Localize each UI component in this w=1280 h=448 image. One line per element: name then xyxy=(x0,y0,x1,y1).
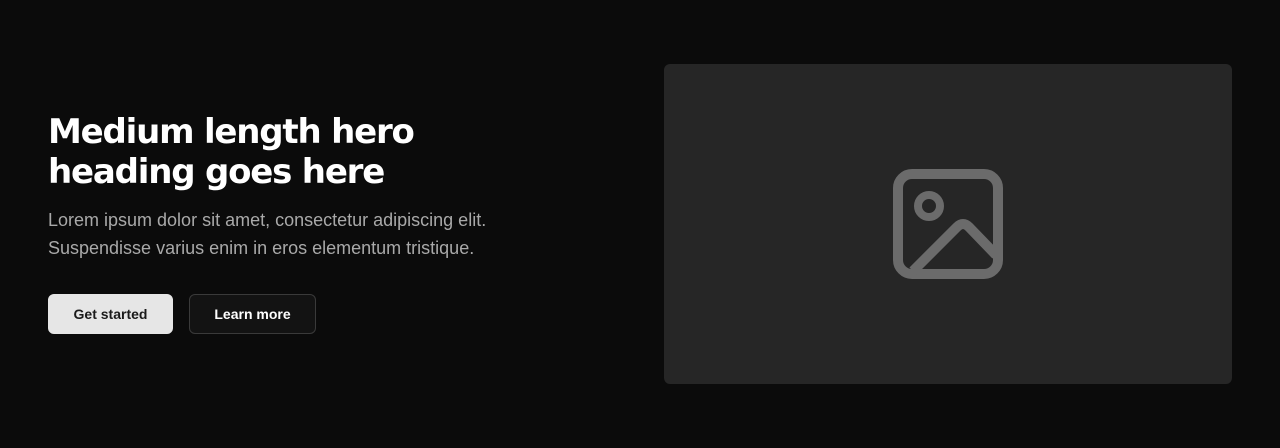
hero-subtext: Lorem ipsum dolor sit amet, consectetur … xyxy=(48,210,487,258)
hero-content: Medium length hero heading goes here Lor… xyxy=(48,112,568,334)
hero-actions: Get started Learn more xyxy=(48,294,568,334)
image-placeholder-icon xyxy=(893,169,1003,279)
hero-heading: Medium length hero heading goes here xyxy=(48,112,415,192)
learn-more-button[interactable]: Learn more xyxy=(189,294,316,334)
get-started-button[interactable]: Get started xyxy=(48,294,173,334)
hero-image-placeholder xyxy=(664,64,1232,384)
hero-section: Medium length hero heading goes here Lor… xyxy=(0,0,1280,448)
